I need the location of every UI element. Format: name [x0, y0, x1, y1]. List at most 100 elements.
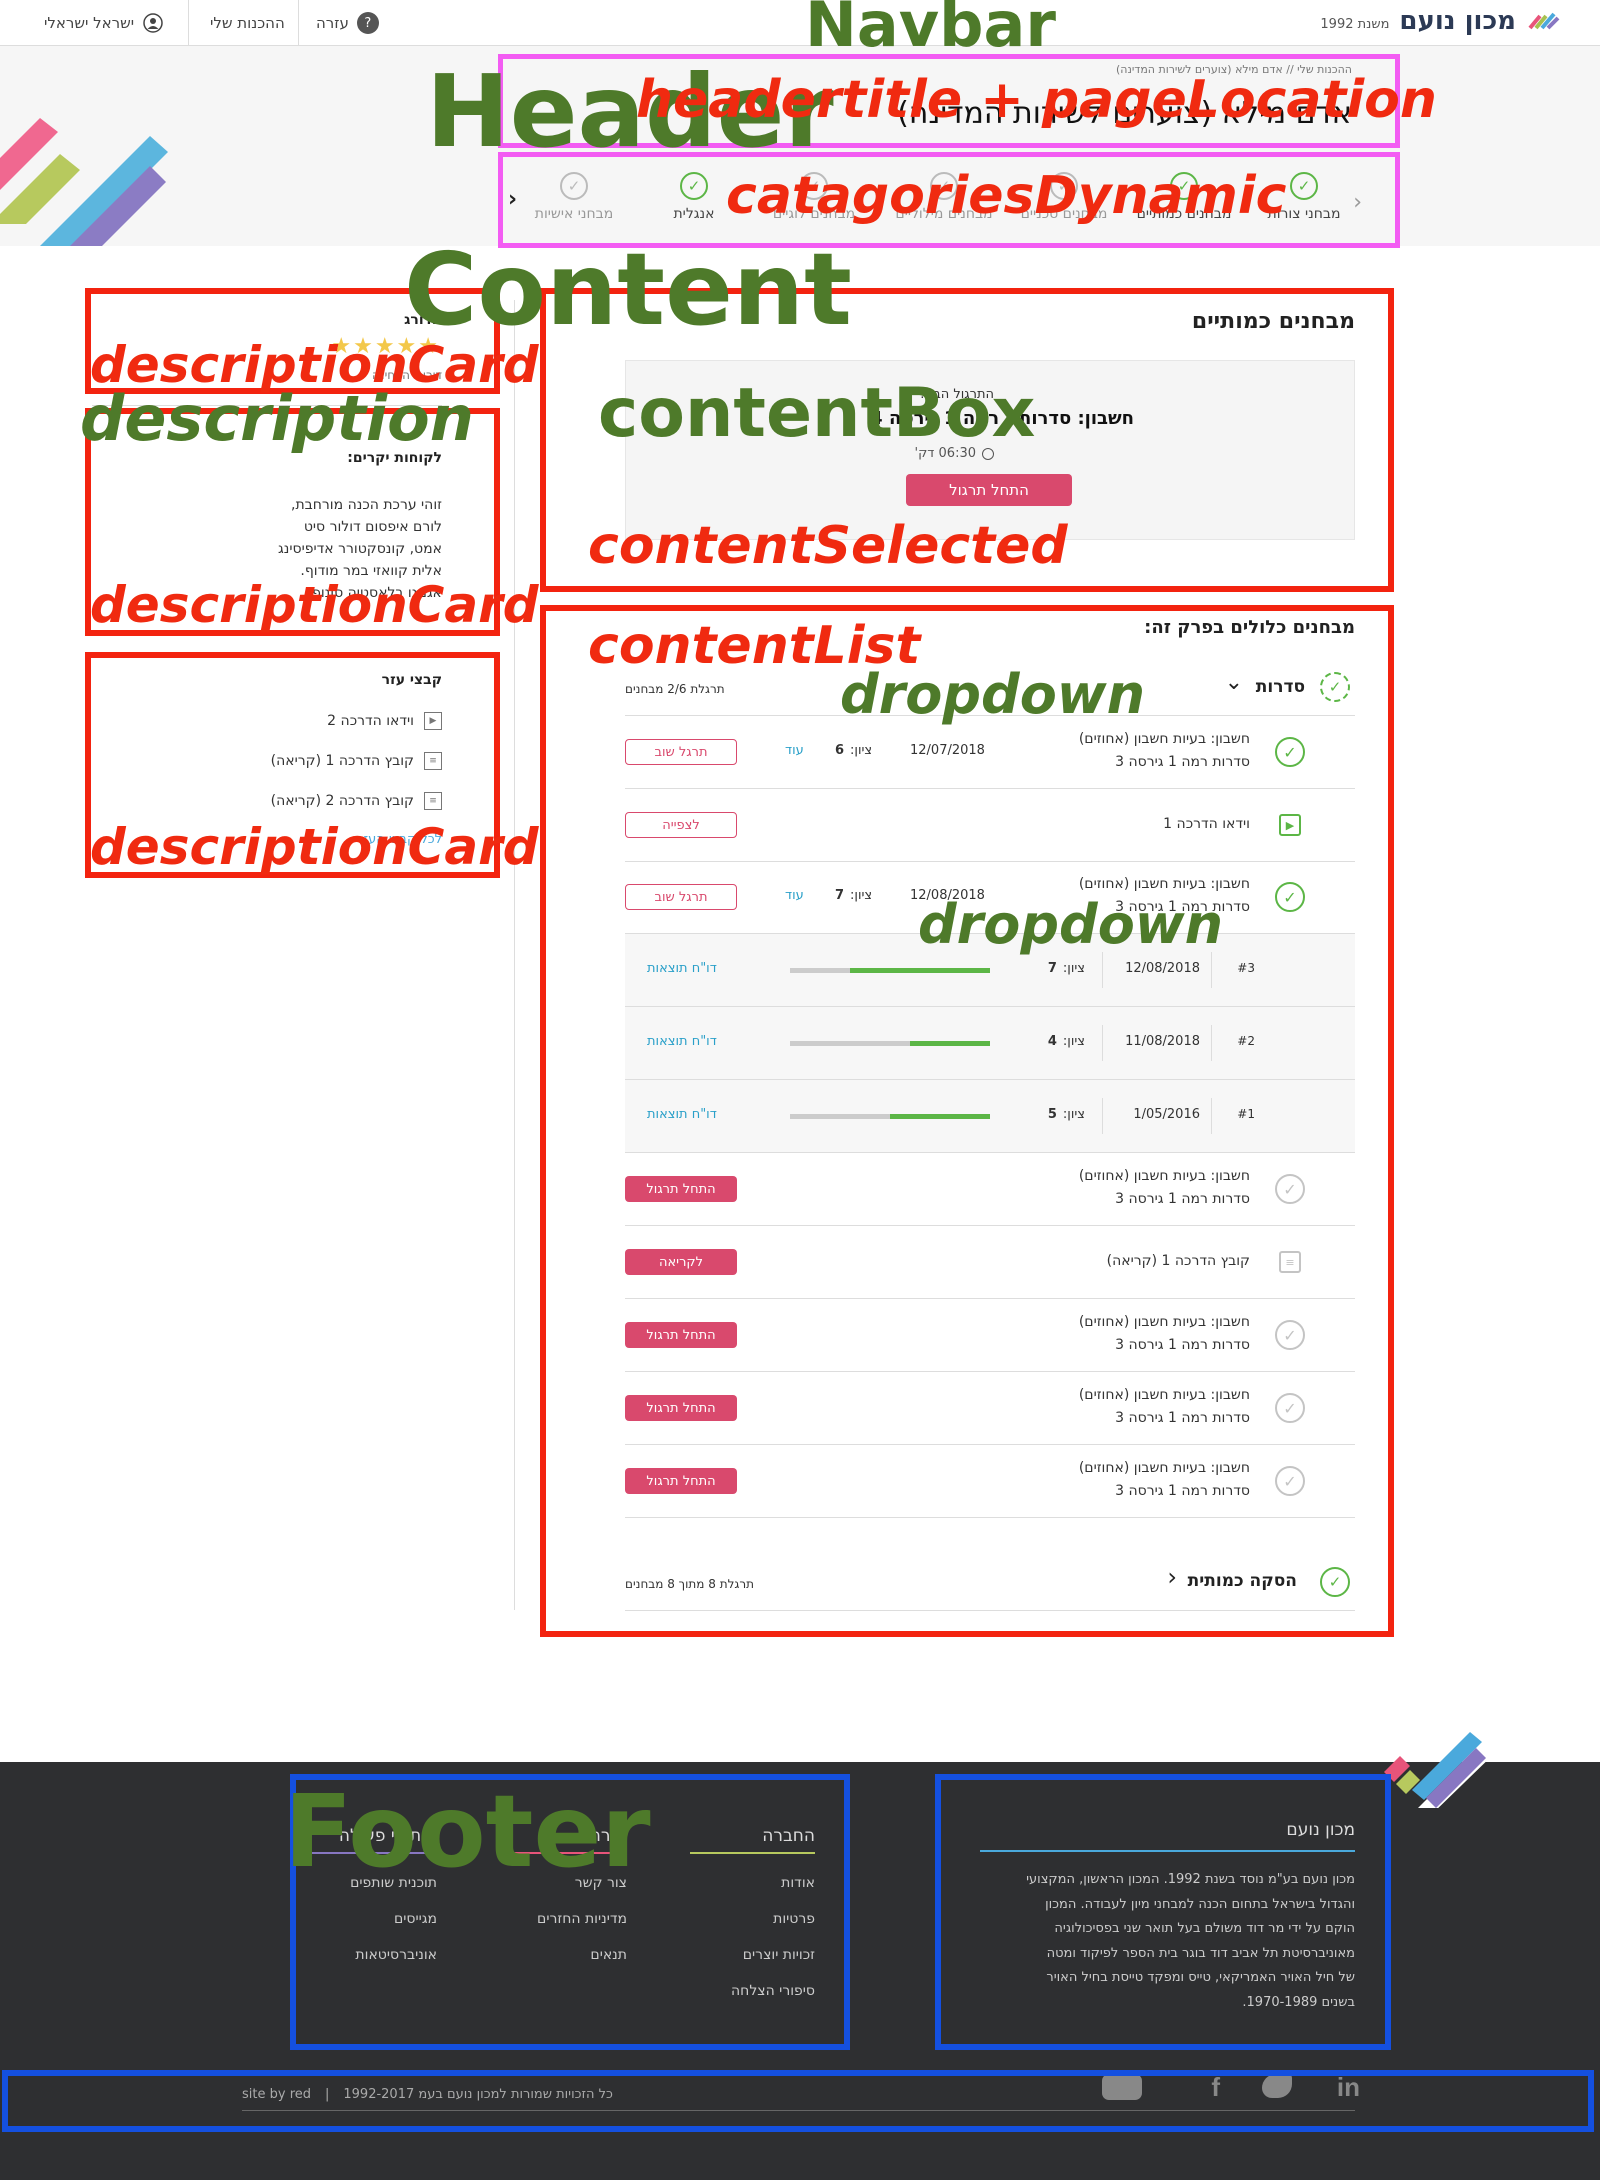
file-item[interactable]: ▶ וידאו הדרכה 2 [327, 712, 442, 730]
annotation-description-card-2: descriptionCard [90, 576, 539, 634]
score-progress-fill [910, 1041, 990, 1046]
item-subtitle: סדרות רמה 1 גירסה 3 [1115, 754, 1250, 770]
footer-link[interactable]: אודות [781, 1875, 815, 1891]
document-icon: ≡ [424, 792, 442, 810]
score-progress-bar [790, 1114, 990, 1119]
item-title: חשבון: בעיות חשבון (אחוזים) [1078, 731, 1250, 747]
site-by[interactable]: site by red [242, 2087, 311, 2102]
score-progress-bar [790, 968, 990, 973]
footer-link[interactable]: תנאים [590, 1947, 627, 1963]
attempt-divider [1211, 1098, 1212, 1134]
report-link[interactable]: דו"ח תוצאות [647, 1034, 717, 1049]
annotation-description: description [80, 382, 474, 455]
score-label: ציון: [1062, 961, 1085, 976]
attempt-divider [1211, 1025, 1212, 1061]
about-line: מכון נועם בע"מ נוסד בשנת 1992. המכון הרא… [1026, 1872, 1355, 1887]
item-title: חשבון: בעיות חשבון (אחוזים) [1078, 1460, 1250, 1476]
logo-text: מכון נועם [1399, 6, 1516, 36]
annotation-dropdown-2: dropdown [918, 893, 1224, 956]
item-action-button[interactable]: תרגל שוב [625, 884, 737, 910]
footer-link[interactable]: מדיניות החזרים [537, 1911, 627, 1927]
check-circle-icon: ✓ [1290, 172, 1318, 200]
chevron-down-icon: ⌄ [1224, 670, 1243, 695]
footer-link[interactable]: סיפורי הצלחה [731, 1983, 815, 1999]
video-icon: ▶ [1279, 814, 1301, 836]
footer-link[interactable]: פרטיות [773, 1911, 815, 1927]
twitter-icon[interactable] [1262, 2074, 1292, 2098]
footer-link[interactable]: זכויות יוצרים [743, 1947, 815, 1963]
start-practice-button[interactable]: התחל תרגול [906, 474, 1072, 506]
item-action-button[interactable]: התחל תרגול [625, 1395, 737, 1421]
attempt-divider [1102, 1025, 1103, 1061]
help-link[interactable]: ? עזרה [316, 0, 379, 46]
item-title: חשבון: בעיות חשבון (אחוזים) [1078, 1314, 1250, 1330]
item-date: 12/07/2018 [910, 743, 985, 758]
item-action-button[interactable]: התחל תרגול [625, 1322, 737, 1348]
social-icons: in f [1095, 2072, 1360, 2102]
user-menu[interactable]: ישראל ישראלי [44, 0, 164, 46]
logo[interactable]: מכון נועם משנת 1992 [1320, 6, 1560, 36]
facebook-icon[interactable]: f [1211, 2072, 1220, 2103]
item-action-button[interactable]: התחל תרגול [625, 1468, 737, 1494]
footer-bottom-line [242, 2110, 1355, 2111]
annotation-content-selected: contentSelected [588, 516, 1068, 576]
youtube-icon[interactable] [1102, 2074, 1142, 2100]
list-item: ✓ חשבון: בעיות חשבון (אחוזים) סדרות רמה 1 … [625, 1445, 1355, 1518]
linkedin-icon[interactable]: in [1337, 2072, 1360, 2103]
footer-about-title: מכון נועם [1286, 1820, 1355, 1840]
item-title: וידאו הדרכה 1 [1163, 816, 1250, 832]
file-name: קובץ הדרכה 1 (קריאה) [270, 753, 414, 769]
dropdown-2-title: הסקה כמותית [1187, 1571, 1297, 1591]
score-progress-fill [850, 968, 990, 973]
user-icon [143, 13, 163, 33]
nav-divider [188, 0, 189, 46]
dropdown-header-2[interactable]: ✓ הסקה כמותית ‹ תרגלת 8 מתוך 8 מבחנים [625, 1555, 1355, 1611]
item-subtitle: סדרות רמה 1 גירסה 3 [1115, 1337, 1250, 1353]
item-score: ציון: 7 [835, 888, 872, 903]
attempt-score: ציון: 7 [1048, 961, 1085, 976]
content-divider [514, 300, 515, 1610]
report-link[interactable]: דו"ח תוצאות [647, 961, 717, 976]
footer-link[interactable]: מגייסים [394, 1911, 437, 1927]
categories-prev-arrow[interactable]: ‹ [508, 187, 517, 212]
annotation-categories: catagoriesDynamic [726, 166, 1287, 226]
check-circle-icon: ✓ [1275, 1466, 1305, 1496]
copyright-text: כל הזכויות שמורות למכון נועם בעמ 1992-20… [343, 2087, 613, 2102]
item-action-button[interactable]: תרגל שוב [625, 739, 737, 765]
annotation-dropdown-1: dropdown [840, 663, 1146, 726]
footer-link[interactable]: אוניברסיטאות [355, 1947, 437, 1963]
check-circle-icon: ✓ [1275, 737, 1305, 767]
copyright-separator: | [325, 2087, 330, 2102]
more-link[interactable]: עוד [785, 743, 804, 758]
about-line: הוקם על ידי מר דוד משולם בעל תואר שני בפ… [1054, 1921, 1355, 1936]
list-title: מבחנים כלולים בפרק זה: [1144, 617, 1355, 638]
list-item: ✓ חשבון: בעיות חשבון (אחוזים) סדרות רמה 1 … [625, 716, 1355, 789]
item-action-button[interactable]: לקריאה [625, 1249, 737, 1275]
check-circle-icon: ✓ [560, 172, 588, 200]
section-title: מבחנים כמותיים [1191, 309, 1355, 334]
item-title: חשבון: בעיות חשבון (אחוזים) [1078, 1168, 1250, 1184]
help-icon: ? [356, 12, 379, 34]
file-item[interactable]: ≡ קובץ הדרכה 1 (קריאה) [271, 752, 442, 770]
score-value: 4 [1047, 1034, 1057, 1049]
attempt-date: 12/08/2018 [1125, 961, 1200, 976]
dropdown-2-status-icon: ✓ [1320, 1567, 1350, 1597]
navbar: מכון נועם משנת 1992 ישראל ישראלי ההכנות … [0, 0, 1600, 46]
my-prep-link[interactable]: ההכנות שלי [210, 0, 285, 46]
more-link[interactable]: עוד [785, 888, 804, 903]
item-action-button[interactable]: לצפייה [625, 812, 737, 838]
item-subtitle: סדרות רמה 1 גירסה 3 [1115, 1483, 1250, 1499]
help-label: עזרה [316, 14, 349, 32]
annotation-content-box: contentBox [598, 374, 1036, 453]
score-label: ציון: [1062, 1034, 1085, 1049]
check-circle-icon: ✓ [680, 172, 708, 200]
attempt-number: #2 [1237, 1034, 1255, 1048]
annotation-headertitle: headertitle + pageLocation [636, 70, 1437, 130]
score-label: ציון: [1062, 1107, 1085, 1122]
score-value: 6 [835, 743, 845, 758]
item-action-button[interactable]: התחל תרגול [625, 1176, 737, 1202]
file-item[interactable]: ≡ קובץ הדרכה 2 (קריאה) [271, 792, 442, 810]
list-item: ▶ וידאו הדרכה 1 לצפייה [625, 789, 1355, 862]
report-link[interactable]: דו"ח תוצאות [647, 1107, 717, 1122]
category-item[interactable]: ✓ מבחני אישיות [519, 172, 629, 222]
